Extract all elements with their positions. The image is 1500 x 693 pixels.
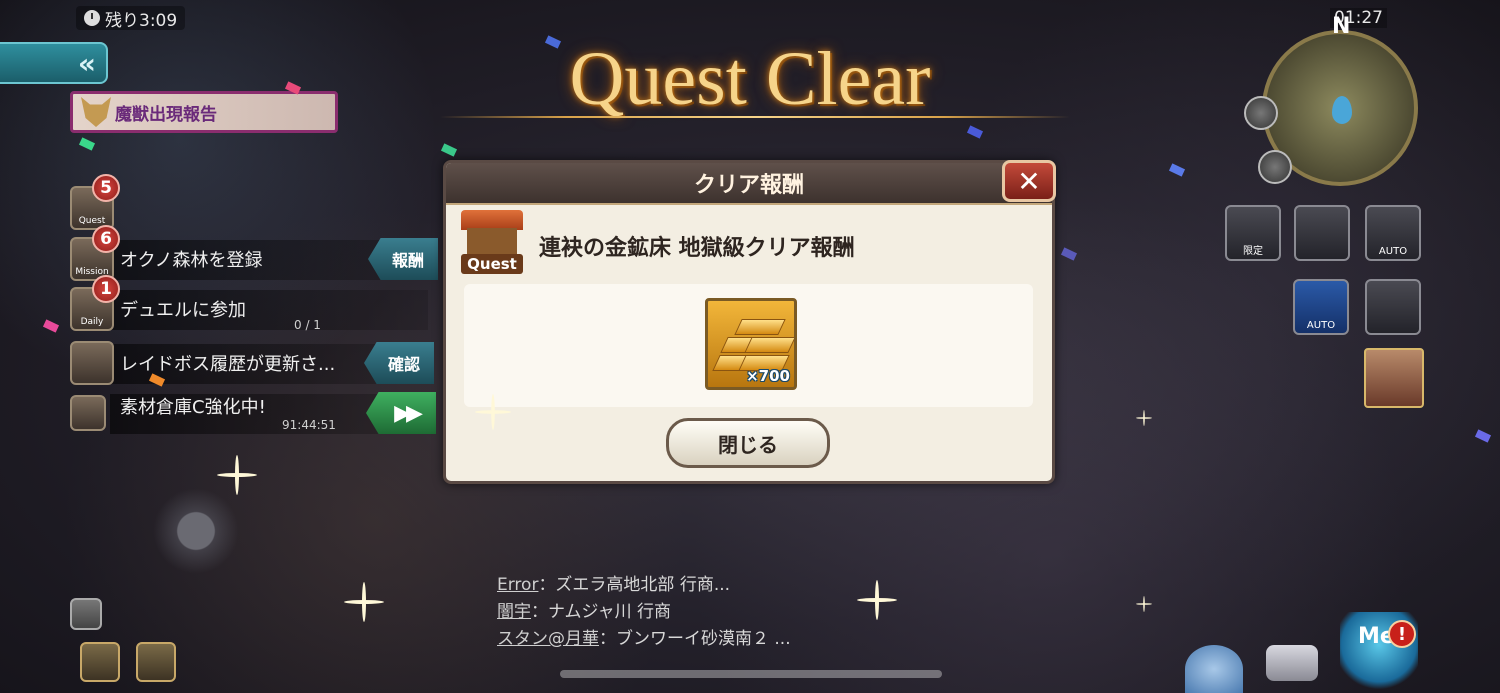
- fox-mask-icon: [70, 341, 114, 385]
- item-quantity: ×700: [746, 367, 790, 385]
- reward-title: 連袂の金鉱床 地獄級クリア報酬: [539, 236, 855, 261]
- side-item-raid[interactable]: レイドボス履歴が更新さ... 確認: [70, 340, 434, 386]
- sparkle-decoration: [475, 394, 511, 430]
- character-portrait[interactable]: [1364, 348, 1424, 408]
- daily-count-badge: 1: [92, 275, 120, 303]
- confetti-decoration: [78, 137, 96, 151]
- close-dialog-button[interactable]: 閉じる: [666, 418, 830, 468]
- treasure-chest-icon: [70, 395, 106, 431]
- quest-shop-icon: Quest: [461, 210, 523, 274]
- side-item-quest[interactable]: Quest 5: [70, 174, 370, 231]
- daily-icon[interactable]: Daily 1: [70, 275, 120, 331]
- sparkle-decoration: [344, 582, 384, 622]
- party-icon[interactable]: [1365, 279, 1421, 335]
- skill-icon[interactable]: [80, 642, 120, 682]
- chat-bubble-icon[interactable]: [1266, 645, 1318, 681]
- sparkle-decoration: [857, 580, 897, 620]
- gift-box-icon[interactable]: [136, 642, 176, 682]
- side-item-storage[interactable]: 素材倉庫C強化中! 91:44:51 ▶▶: [70, 390, 436, 436]
- chat-line[interactable]: Error：ズエラ高地北部 行商...: [497, 570, 730, 595]
- alert-badge: !: [1388, 620, 1416, 648]
- chat-line[interactable]: 闇宇：ナムジャ川 行商: [497, 597, 671, 622]
- camera-icon[interactable]: [1294, 205, 1350, 261]
- quest-badge-label: Quest: [461, 254, 523, 274]
- confetti-decoration: [1474, 429, 1492, 443]
- mission-text: オクノ森林を登録: [120, 250, 263, 271]
- dialog-header: クリア報酬: [446, 163, 1052, 205]
- clock-icon: [84, 10, 100, 26]
- player-marker-icon: [1332, 96, 1352, 124]
- sparkle-decoration: [217, 455, 257, 495]
- emote-icon[interactable]: [1185, 645, 1243, 693]
- sparkle-decoration: [1136, 596, 1152, 612]
- map-option-button[interactable]: [1258, 150, 1292, 184]
- dpad-joystick[interactable]: [153, 488, 239, 574]
- confetti-decoration: [1168, 163, 1186, 177]
- timer-label: 残り3:09: [105, 10, 178, 31]
- side-item-mission[interactable]: Mission 6 オクノ森林を登録 報酬: [70, 225, 438, 282]
- chat-line[interactable]: スタン@月華：ブンワーイ砂漠南２ ...: [497, 624, 791, 649]
- hat-icon[interactable]: 限定: [1225, 205, 1281, 261]
- quest-icon[interactable]: Quest 5: [70, 174, 120, 230]
- quest-count-badge: 5: [92, 174, 120, 202]
- daily-progress: 0 / 1: [294, 318, 321, 332]
- plus-button[interactable]: [70, 598, 102, 630]
- confetti-decoration: [1060, 247, 1078, 261]
- home-indicator-bar[interactable]: [560, 670, 942, 678]
- side-item-daily[interactable]: Daily 1 デュエルに参加 0 / 1: [70, 275, 428, 332]
- confetti-decoration: [440, 143, 458, 157]
- confirm-tag-button[interactable]: 確認: [364, 342, 434, 384]
- me-mascot-button[interactable]: Me !: [1340, 612, 1418, 693]
- mission-count-badge: 6: [92, 225, 120, 253]
- auto-speed-icon[interactable]: AUTO: [1293, 279, 1349, 335]
- auto-frame-icon[interactable]: AUTO: [1365, 205, 1421, 261]
- daily-text: デュエルに参加: [120, 300, 246, 321]
- remaining-timer: 残り3:09: [76, 6, 186, 31]
- gold-bar-item[interactable]: ×700: [705, 298, 797, 390]
- fast-forward-button[interactable]: ▶▶: [366, 392, 436, 434]
- title-divider: [440, 116, 1070, 118]
- north-indicator: N: [1332, 14, 1351, 39]
- close-icon[interactable]: ✕: [1002, 160, 1056, 202]
- raid-text: レイドボス履歴が更新さ...: [120, 354, 336, 375]
- reward-tag-button[interactable]: 報酬: [368, 238, 438, 280]
- confetti-decoration: [42, 319, 60, 333]
- map-toggle-button[interactable]: [1244, 96, 1278, 130]
- storage-text: 素材倉庫C強化中!: [120, 397, 266, 418]
- confetti-decoration: [966, 125, 984, 139]
- storage-timer: 91:44:51: [282, 418, 336, 432]
- sparkle-decoration: [1136, 410, 1152, 426]
